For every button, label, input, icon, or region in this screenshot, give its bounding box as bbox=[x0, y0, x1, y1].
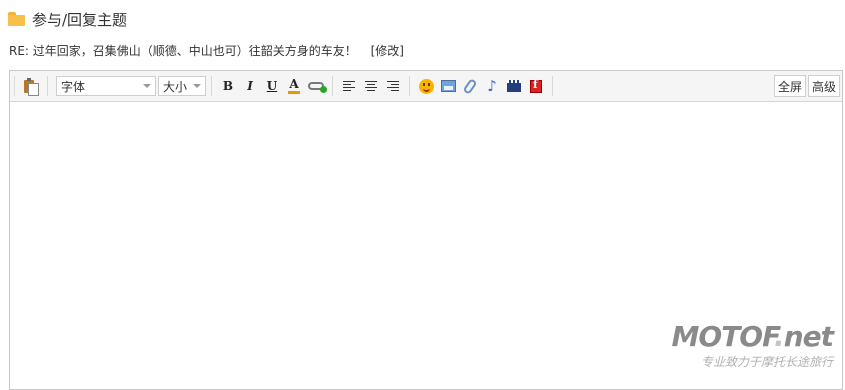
advanced-button[interactable]: 高级 bbox=[807, 75, 840, 97]
toolbar-separator bbox=[552, 76, 553, 96]
paste-button[interactable] bbox=[21, 76, 41, 96]
insert-image-button[interactable] bbox=[438, 76, 458, 96]
align-center-button[interactable] bbox=[361, 76, 381, 96]
insert-video-button[interactable] bbox=[504, 76, 524, 96]
video-icon bbox=[507, 80, 521, 92]
folder-icon bbox=[8, 12, 25, 26]
subject-text: RE: 过年回家，召集佛山（顺德、中山也可）往韶关方身的车友！ bbox=[9, 44, 357, 58]
toolbar-right-group: 全屏 高级 bbox=[772, 75, 840, 97]
music-note-icon: ♪ bbox=[487, 77, 497, 95]
underline-button[interactable]: U bbox=[262, 76, 282, 96]
align-left-button[interactable] bbox=[339, 76, 359, 96]
flash-icon bbox=[530, 78, 542, 93]
watermark-logo-suffix: net bbox=[783, 320, 834, 353]
chevron-down-icon bbox=[193, 84, 201, 88]
editor-toolbar: 字体 大小 B I U A ♪ f 全屏 高级 bbox=[10, 71, 842, 102]
watermark: MOTOF.net 专业致力于摩托长途旅行 bbox=[671, 320, 834, 370]
link-icon bbox=[308, 82, 327, 93]
smile-icon bbox=[418, 78, 434, 94]
paperclip-icon bbox=[462, 77, 478, 95]
page-title: 参与/回复主题 bbox=[32, 10, 128, 29]
font-color-button[interactable]: A bbox=[284, 76, 304, 96]
insert-audio-button[interactable]: ♪ bbox=[482, 76, 502, 96]
insert-link-button[interactable] bbox=[306, 76, 327, 96]
page-header: 参与/回复主题 bbox=[8, 9, 127, 29]
align-right-button[interactable] bbox=[383, 76, 403, 96]
insert-flash-button[interactable] bbox=[526, 76, 546, 96]
align-center-icon bbox=[365, 80, 377, 92]
chevron-down-icon bbox=[143, 84, 151, 88]
toolbar-separator bbox=[211, 76, 212, 96]
fullscreen-button[interactable]: 全屏 bbox=[773, 75, 806, 97]
watermark-slogan: 专业致力于摩托长途旅行 bbox=[700, 355, 833, 369]
align-right-icon bbox=[387, 80, 399, 92]
color-bar bbox=[288, 90, 300, 94]
attachment-button[interactable] bbox=[460, 76, 480, 96]
font-size-select[interactable]: 大小 bbox=[158, 76, 206, 96]
align-left-icon bbox=[343, 80, 355, 92]
font-size-value: 大小 bbox=[163, 79, 188, 94]
italic-button[interactable]: I bbox=[240, 76, 260, 96]
toolbar-separator bbox=[14, 76, 15, 96]
emoticon-button[interactable] bbox=[416, 76, 436, 96]
toolbar-separator bbox=[409, 76, 410, 96]
edit-subject-link[interactable]: [修改] bbox=[371, 44, 404, 58]
toolbar-separator bbox=[332, 76, 333, 96]
paste-icon bbox=[24, 78, 39, 96]
font-family-select[interactable]: 字体 bbox=[56, 76, 156, 96]
bold-button[interactable]: B bbox=[218, 76, 238, 96]
image-icon bbox=[440, 80, 456, 92]
subject-line: RE: 过年回家，召集佛山（顺德、中山也可）往韶关方身的车友！ [修改] bbox=[9, 42, 404, 59]
font-color-icon: A bbox=[289, 76, 299, 91]
watermark-logo: MOTOF.net bbox=[671, 320, 834, 353]
watermark-logo-dot: . bbox=[774, 320, 785, 353]
toolbar-separator bbox=[47, 76, 48, 96]
watermark-logo-text: MOTOF bbox=[671, 320, 776, 353]
font-family-value: 字体 bbox=[61, 79, 86, 94]
